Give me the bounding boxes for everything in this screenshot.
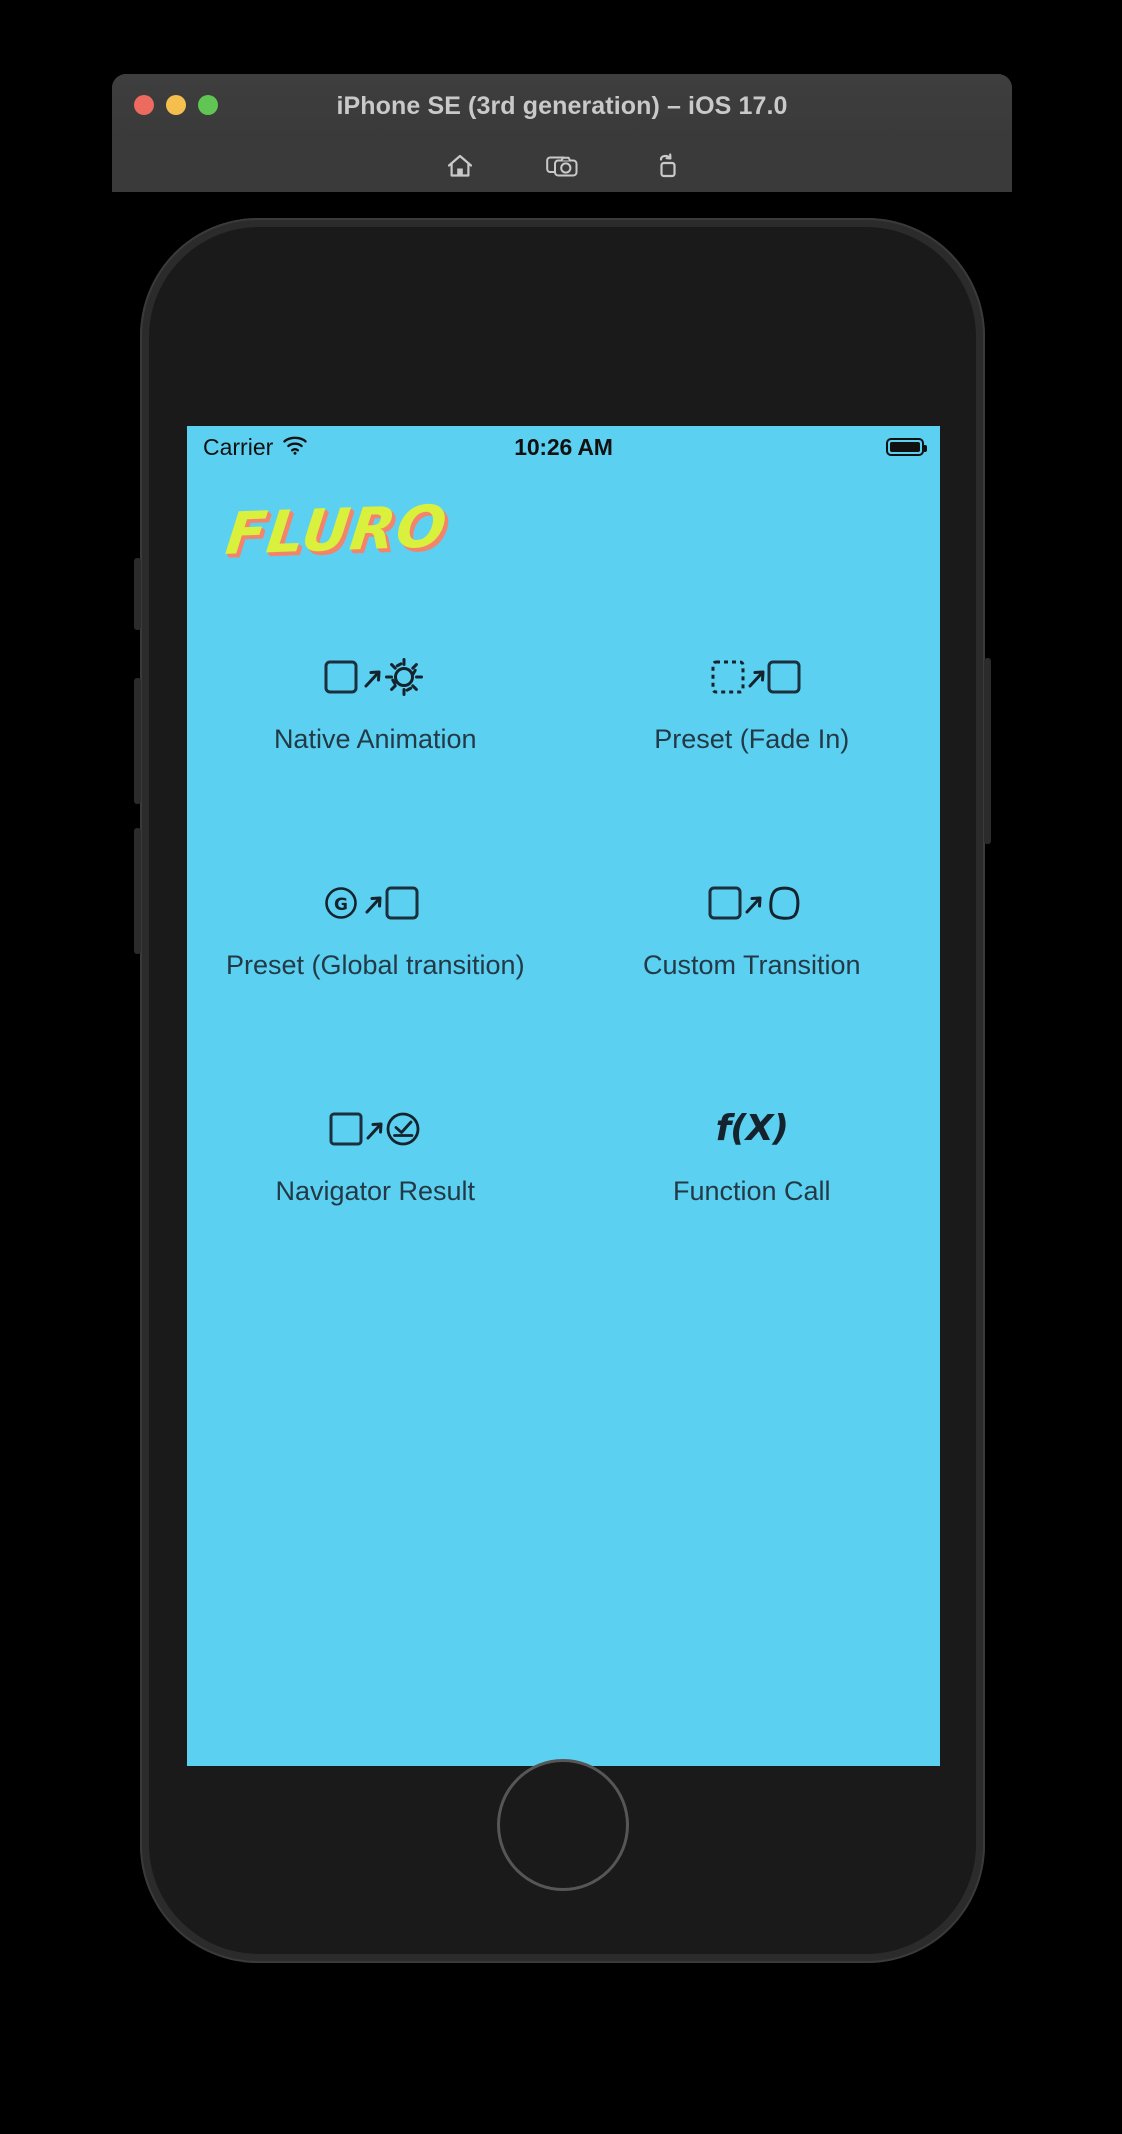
grid-item-function-call[interactable]: f(X) Function Call xyxy=(564,1100,941,1208)
grid-item-label: Preset (Global transition) xyxy=(225,949,525,980)
volume-down-button[interactable] xyxy=(134,828,141,954)
status-bar-clock: 10:26 AM xyxy=(514,433,613,460)
home-icon xyxy=(446,153,474,179)
grid-item-label: Custom Transition xyxy=(642,949,861,980)
battery-icon xyxy=(886,438,927,456)
status-bar-right xyxy=(886,438,927,456)
screenshot-button[interactable] xyxy=(542,148,582,184)
grid-item-label: Preset (Fade In) xyxy=(654,724,850,754)
square-to-gear-icon xyxy=(323,648,427,706)
screenshot-root: iPhone SE (3rd generation) – iOS 17.0 Ca… xyxy=(0,0,1122,2134)
share-icon xyxy=(651,153,677,179)
grid-item-label: Navigator Result xyxy=(275,1175,476,1206)
window-titlebar: iPhone SE (3rd generation) – iOS 17.0 xyxy=(112,74,1012,140)
mute-switch[interactable] xyxy=(134,558,141,630)
function-fx-icon: f(X) xyxy=(715,1100,789,1158)
svg-text:G: G xyxy=(334,895,348,915)
home-button-hardware[interactable] xyxy=(496,1759,629,1891)
square-to-check-circle-icon xyxy=(323,1100,427,1158)
home-button[interactable] xyxy=(440,148,480,184)
device-screen: Carrier 10:26 AM FLURO Native Animation … xyxy=(187,426,940,1766)
window-title: iPhone SE (3rd generation) – iOS 17.0 xyxy=(336,92,788,120)
ios-status-bar: Carrier 10:26 AM xyxy=(187,426,940,468)
share-button[interactable] xyxy=(644,148,684,184)
volume-up-button[interactable] xyxy=(134,678,141,804)
grid-item-label: Function Call xyxy=(672,1175,831,1206)
fx-glyph: f(X) xyxy=(715,1108,789,1150)
demo-grid: Native Animation Preset (Fade In) G Pres… xyxy=(187,648,940,1208)
grid-item-label: Native Animation xyxy=(273,724,477,754)
grid-item-preset-global-transition[interactable]: G Preset (Global transition) xyxy=(187,874,564,982)
square-to-blob-icon xyxy=(700,874,804,932)
device-frame: Carrier 10:26 AM FLURO Native Animation … xyxy=(134,218,991,1963)
simulator-window: iPhone SE (3rd generation) – iOS 17.0 xyxy=(112,74,1012,192)
screenshot-icon xyxy=(546,153,578,179)
grid-item-preset-fade-in[interactable]: Preset (Fade In) xyxy=(564,648,941,756)
app-logo: FLURO xyxy=(222,492,452,568)
g-circle-to-square-icon: G xyxy=(323,874,427,932)
grid-item-native-animation[interactable]: Native Animation xyxy=(187,648,564,756)
dashed-square-to-square-icon xyxy=(700,648,804,706)
grid-item-navigator-result[interactable]: Navigator Result xyxy=(187,1100,564,1208)
simulator-toolbar xyxy=(112,140,1012,192)
grid-item-custom-transition[interactable]: Custom Transition xyxy=(564,874,941,982)
power-button[interactable] xyxy=(984,658,991,844)
